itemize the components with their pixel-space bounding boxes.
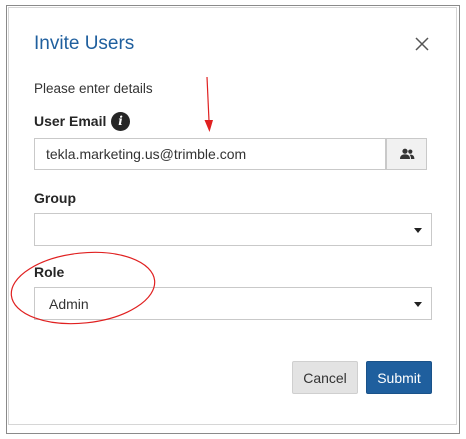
role-select[interactable]: Admin bbox=[34, 287, 432, 320]
close-button[interactable] bbox=[411, 33, 433, 55]
submit-button[interactable]: Submit bbox=[366, 361, 432, 394]
group-select[interactable] bbox=[34, 213, 432, 246]
cancel-button[interactable]: Cancel bbox=[292, 361, 358, 394]
group-label: Group bbox=[34, 190, 76, 206]
people-icon bbox=[399, 148, 414, 159]
chevron-down-icon bbox=[414, 227, 422, 233]
dialog-subtitle: Please enter details bbox=[34, 81, 153, 96]
chevron-down-icon bbox=[414, 301, 422, 307]
role-label: Role bbox=[34, 264, 65, 280]
user-email-label: User Email bbox=[34, 113, 107, 129]
role-select-value: Admin bbox=[49, 295, 89, 312]
close-icon bbox=[415, 37, 429, 51]
dialog-title: Invite Users bbox=[34, 33, 135, 54]
info-icon[interactable]: i bbox=[111, 112, 130, 131]
user-email-input[interactable] bbox=[34, 138, 386, 170]
user-lookup-button[interactable] bbox=[386, 138, 427, 170]
